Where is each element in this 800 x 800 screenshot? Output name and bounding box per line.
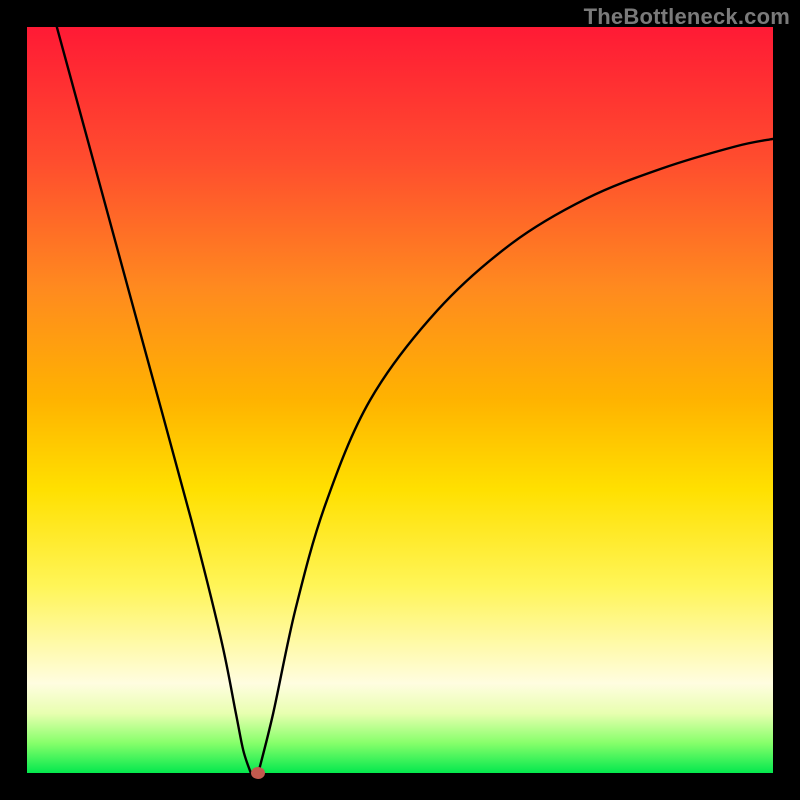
bottleneck-curve <box>27 27 773 773</box>
plot-area <box>27 27 773 773</box>
chart-frame: TheBottleneck.com <box>0 0 800 800</box>
optimum-marker <box>251 767 265 779</box>
watermark-text: TheBottleneck.com <box>584 4 790 30</box>
